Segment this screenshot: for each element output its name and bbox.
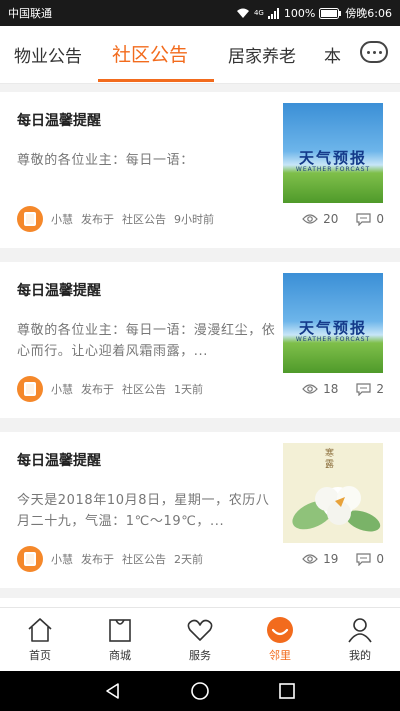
view-count: 18 <box>323 382 339 396</box>
nav-label: 我的 <box>349 649 371 662</box>
comment-icon <box>356 552 371 566</box>
comment-icon <box>356 382 371 396</box>
comment-count: 0 <box>376 212 384 226</box>
smile-icon <box>267 617 293 643</box>
view-count: 19 <box>323 552 339 566</box>
nav-service[interactable]: 服务 <box>160 608 240 671</box>
notice-stats: 18 2 <box>302 376 384 402</box>
battery-percent: 100% <box>283 6 316 20</box>
flower-illustration <box>292 486 381 532</box>
comment-count: 0 <box>376 552 384 566</box>
author-avatar <box>17 376 43 402</box>
notice-title: 每日温馨提醒 <box>17 283 101 299</box>
tab-community-notice[interactable]: 社区公告 <box>112 40 188 67</box>
notice-thumbnail: 天气预报 WEATHER FORCAST <box>283 273 383 373</box>
notice-stats: 20 0 <box>302 206 384 232</box>
nav-mine[interactable]: 我的 <box>320 608 400 671</box>
notice-meta: 小慧 发布于 社区公告 1天前 <box>17 376 211 402</box>
status-bar: 中国联通 4G 100% 傍晚6:06 <box>0 0 400 26</box>
back-icon[interactable] <box>104 682 122 700</box>
author-name: 小慧 <box>51 383 73 396</box>
eye-icon <box>302 384 318 394</box>
thumbnail-subtitle: WEATHER FORCAST <box>295 166 371 173</box>
category-label: 社区公告 <box>122 213 166 226</box>
notice-excerpt: 今天是2018年10月8日，星期一，农历八月二十九，气温：1℃～19℃，... <box>17 493 270 529</box>
author-avatar <box>17 546 43 572</box>
nav-home[interactable]: 首页 <box>0 608 80 671</box>
thumbnail-title: 天气预报 <box>298 319 367 337</box>
tab-home-elderly-care[interactable]: 居家养老 <box>228 42 296 67</box>
more-tabs-button[interactable] <box>360 41 388 63</box>
nav-label: 邻里 <box>269 649 291 662</box>
category-label: 社区公告 <box>122 383 166 396</box>
notice-card[interactable]: 每日温馨提醒 今天是2018年10月8日，星期一，农历八月二十九，气温：1℃～1… <box>0 432 400 588</box>
shopping-bag-icon <box>109 619 131 642</box>
tab-property-notice[interactable]: 物业公告 <box>14 42 82 67</box>
home-circle-icon[interactable] <box>190 681 210 701</box>
author-name: 小慧 <box>51 553 73 566</box>
post-time: 2天前 <box>174 553 203 566</box>
bottom-navigation: 首页 商城 服务 邻里 我的 <box>0 607 400 671</box>
notice-excerpt: 尊敬的各位业主：每日一语：漫漫红尘，依心而行。让心迎着风霜雨露，... <box>17 323 276 359</box>
notice-meta: 小慧 发布于 社区公告 2天前 <box>17 546 211 572</box>
heart-icon <box>187 619 213 641</box>
notice-card-partial <box>0 598 400 607</box>
notice-card[interactable]: 每日温馨提醒 尊敬的各位业主：每日一语：漫漫红尘，依心而行。让心迎着风霜雨露，.… <box>0 262 400 418</box>
author-name: 小慧 <box>51 213 73 226</box>
nav-label: 商城 <box>109 649 131 662</box>
published-label: 发布于 <box>81 383 114 396</box>
recents-icon[interactable] <box>278 682 296 700</box>
published-label: 发布于 <box>81 553 114 566</box>
nav-label: 首页 <box>29 649 51 662</box>
network-label: 4G <box>253 9 264 17</box>
author-avatar <box>17 206 43 232</box>
weather-forecast-image: 天气预报 WEATHER FORCAST <box>283 273 383 373</box>
dot-icon <box>378 50 382 54</box>
nav-mall[interactable]: 商城 <box>80 608 160 671</box>
notice-thumbnail: 寒露 <box>283 443 383 543</box>
published-label: 发布于 <box>81 213 114 226</box>
dot-icon <box>366 50 370 54</box>
nav-neighborhood[interactable]: 邻里 <box>240 608 320 671</box>
thumbnail-title: 天气预报 <box>298 149 367 167</box>
wifi-icon <box>236 8 249 18</box>
notice-thumbnail: 天气预报 WEATHER FORCAST <box>283 103 383 203</box>
notice-meta: 小慧 发布于 社区公告 9小时前 <box>17 206 222 232</box>
dot-icon <box>372 50 376 54</box>
home-icon <box>28 618 52 642</box>
eye-icon <box>302 554 318 564</box>
system-nav-bar <box>0 671 400 711</box>
nav-label: 服务 <box>189 649 211 662</box>
comment-icon <box>356 212 371 226</box>
cold-dew-image: 寒露 <box>283 443 383 543</box>
notice-title: 每日温馨提醒 <box>17 453 101 469</box>
comment-count: 2 <box>376 382 384 396</box>
battery-icon <box>319 7 342 19</box>
category-tabs: 物业公告 社区公告 居家养老 本 <box>0 26 400 84</box>
notice-stats: 19 0 <box>302 546 384 572</box>
tab-partial[interactable]: 本 <box>324 42 341 67</box>
notice-excerpt: 尊敬的各位业主：每日一语： <box>17 153 194 168</box>
clock: 傍晚6:06 <box>345 7 392 20</box>
weather-forecast-image: 天气预报 WEATHER FORCAST <box>283 103 383 203</box>
notice-card[interactable]: 每日温馨提醒 尊敬的各位业主：每日一语： 天气预报 WEATHER FORCAS… <box>0 92 400 248</box>
signal-icon <box>267 7 279 19</box>
post-time: 9小时前 <box>174 213 214 226</box>
notice-title: 每日温馨提醒 <box>17 113 101 129</box>
eye-icon <box>302 214 318 224</box>
view-count: 20 <box>323 212 339 226</box>
user-icon <box>348 618 372 643</box>
post-time: 1天前 <box>174 383 203 396</box>
thumbnail-subtitle: WEATHER FORCAST <box>295 336 371 343</box>
category-label: 社区公告 <box>122 553 166 566</box>
active-tab-indicator <box>98 79 214 82</box>
carrier-label: 中国联通 <box>8 7 52 20</box>
